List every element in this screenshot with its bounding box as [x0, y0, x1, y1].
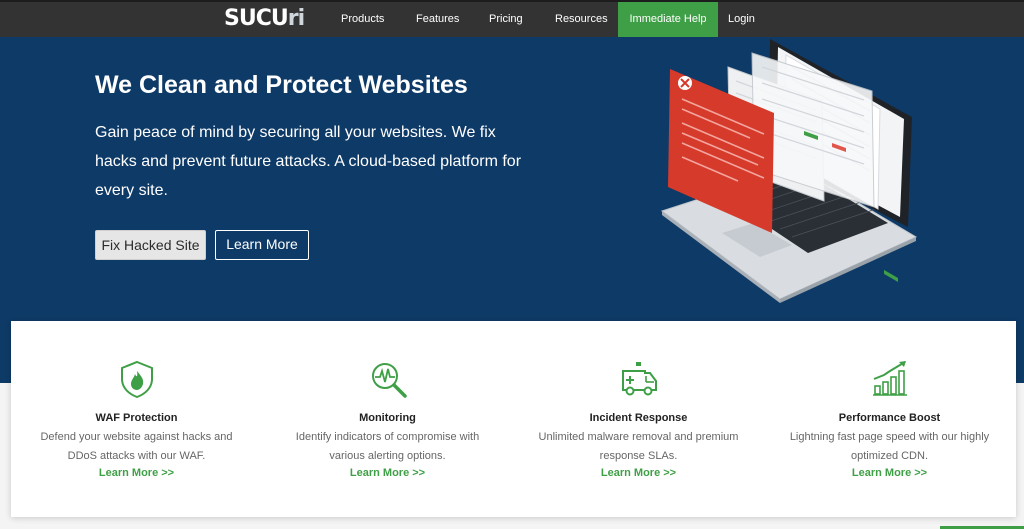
ambulance-icon — [621, 362, 657, 396]
feature-waf: WAF Protection Defend your website again… — [11, 321, 262, 517]
nav-pricing[interactable]: Pricing — [489, 13, 523, 26]
feature-learn-more-link[interactable]: Learn More >> — [262, 467, 513, 480]
feature-title: Monitoring — [359, 412, 416, 424]
nav-products[interactable]: Products — [341, 13, 384, 26]
sucuri-logo[interactable]: SUCUri — [224, 6, 305, 31]
navbar-top-edge — [0, 0, 1024, 2]
logo-dim: ri — [287, 6, 305, 31]
feature-description: Unlimited malware removal and premium re… — [538, 431, 739, 462]
hero-title: We Clean and Protect Websites — [95, 71, 468, 99]
nav-resources[interactable]: Resources — [555, 13, 608, 26]
feature-learn-more-link[interactable]: Learn More >> — [764, 467, 1015, 480]
feature-monitoring: Monitoring Identify indicators of compro… — [262, 321, 513, 517]
feature-description: Lightning fast page speed with our highl… — [789, 431, 990, 462]
feature-description: Defend your website against hacks and DD… — [40, 431, 233, 462]
features-card: WAF Protection Defend your website again… — [11, 321, 1016, 517]
feature-description: Identify indicators of compromise with v… — [295, 431, 480, 462]
learn-more-button[interactable]: Learn More — [215, 230, 309, 260]
fix-hacked-site-button[interactable]: Fix Hacked Site — [95, 230, 206, 260]
feature-title: WAF Protection — [95, 412, 178, 424]
nav-login[interactable]: Login — [728, 13, 755, 26]
feature-performance: Performance Boost Lightning fast page sp… — [764, 321, 1015, 517]
feature-title: Incident Response — [589, 412, 688, 424]
feature-learn-more-link[interactable]: Learn More >> — [513, 467, 764, 480]
feature-learn-more-link[interactable]: Learn More >> — [11, 467, 262, 480]
immediate-help-button[interactable]: Immediate Help — [618, 2, 718, 37]
laptop-illustration — [660, 39, 918, 303]
feature-incident-response: Incident Response Unlimited malware remo… — [513, 321, 764, 517]
shield-flame-icon — [120, 360, 153, 399]
nav-features[interactable]: Features — [416, 13, 459, 26]
feature-title: Performance Boost — [838, 412, 941, 424]
magnifier-pulse-icon — [371, 363, 407, 398]
growth-chart-icon — [872, 361, 907, 396]
top-navbar: SUCUri Products Features Pricing Resourc… — [0, 0, 1024, 37]
logo-main: SUCU — [224, 6, 289, 31]
hero-subtitle: Gain peace of mind by securing all your … — [95, 124, 522, 199]
